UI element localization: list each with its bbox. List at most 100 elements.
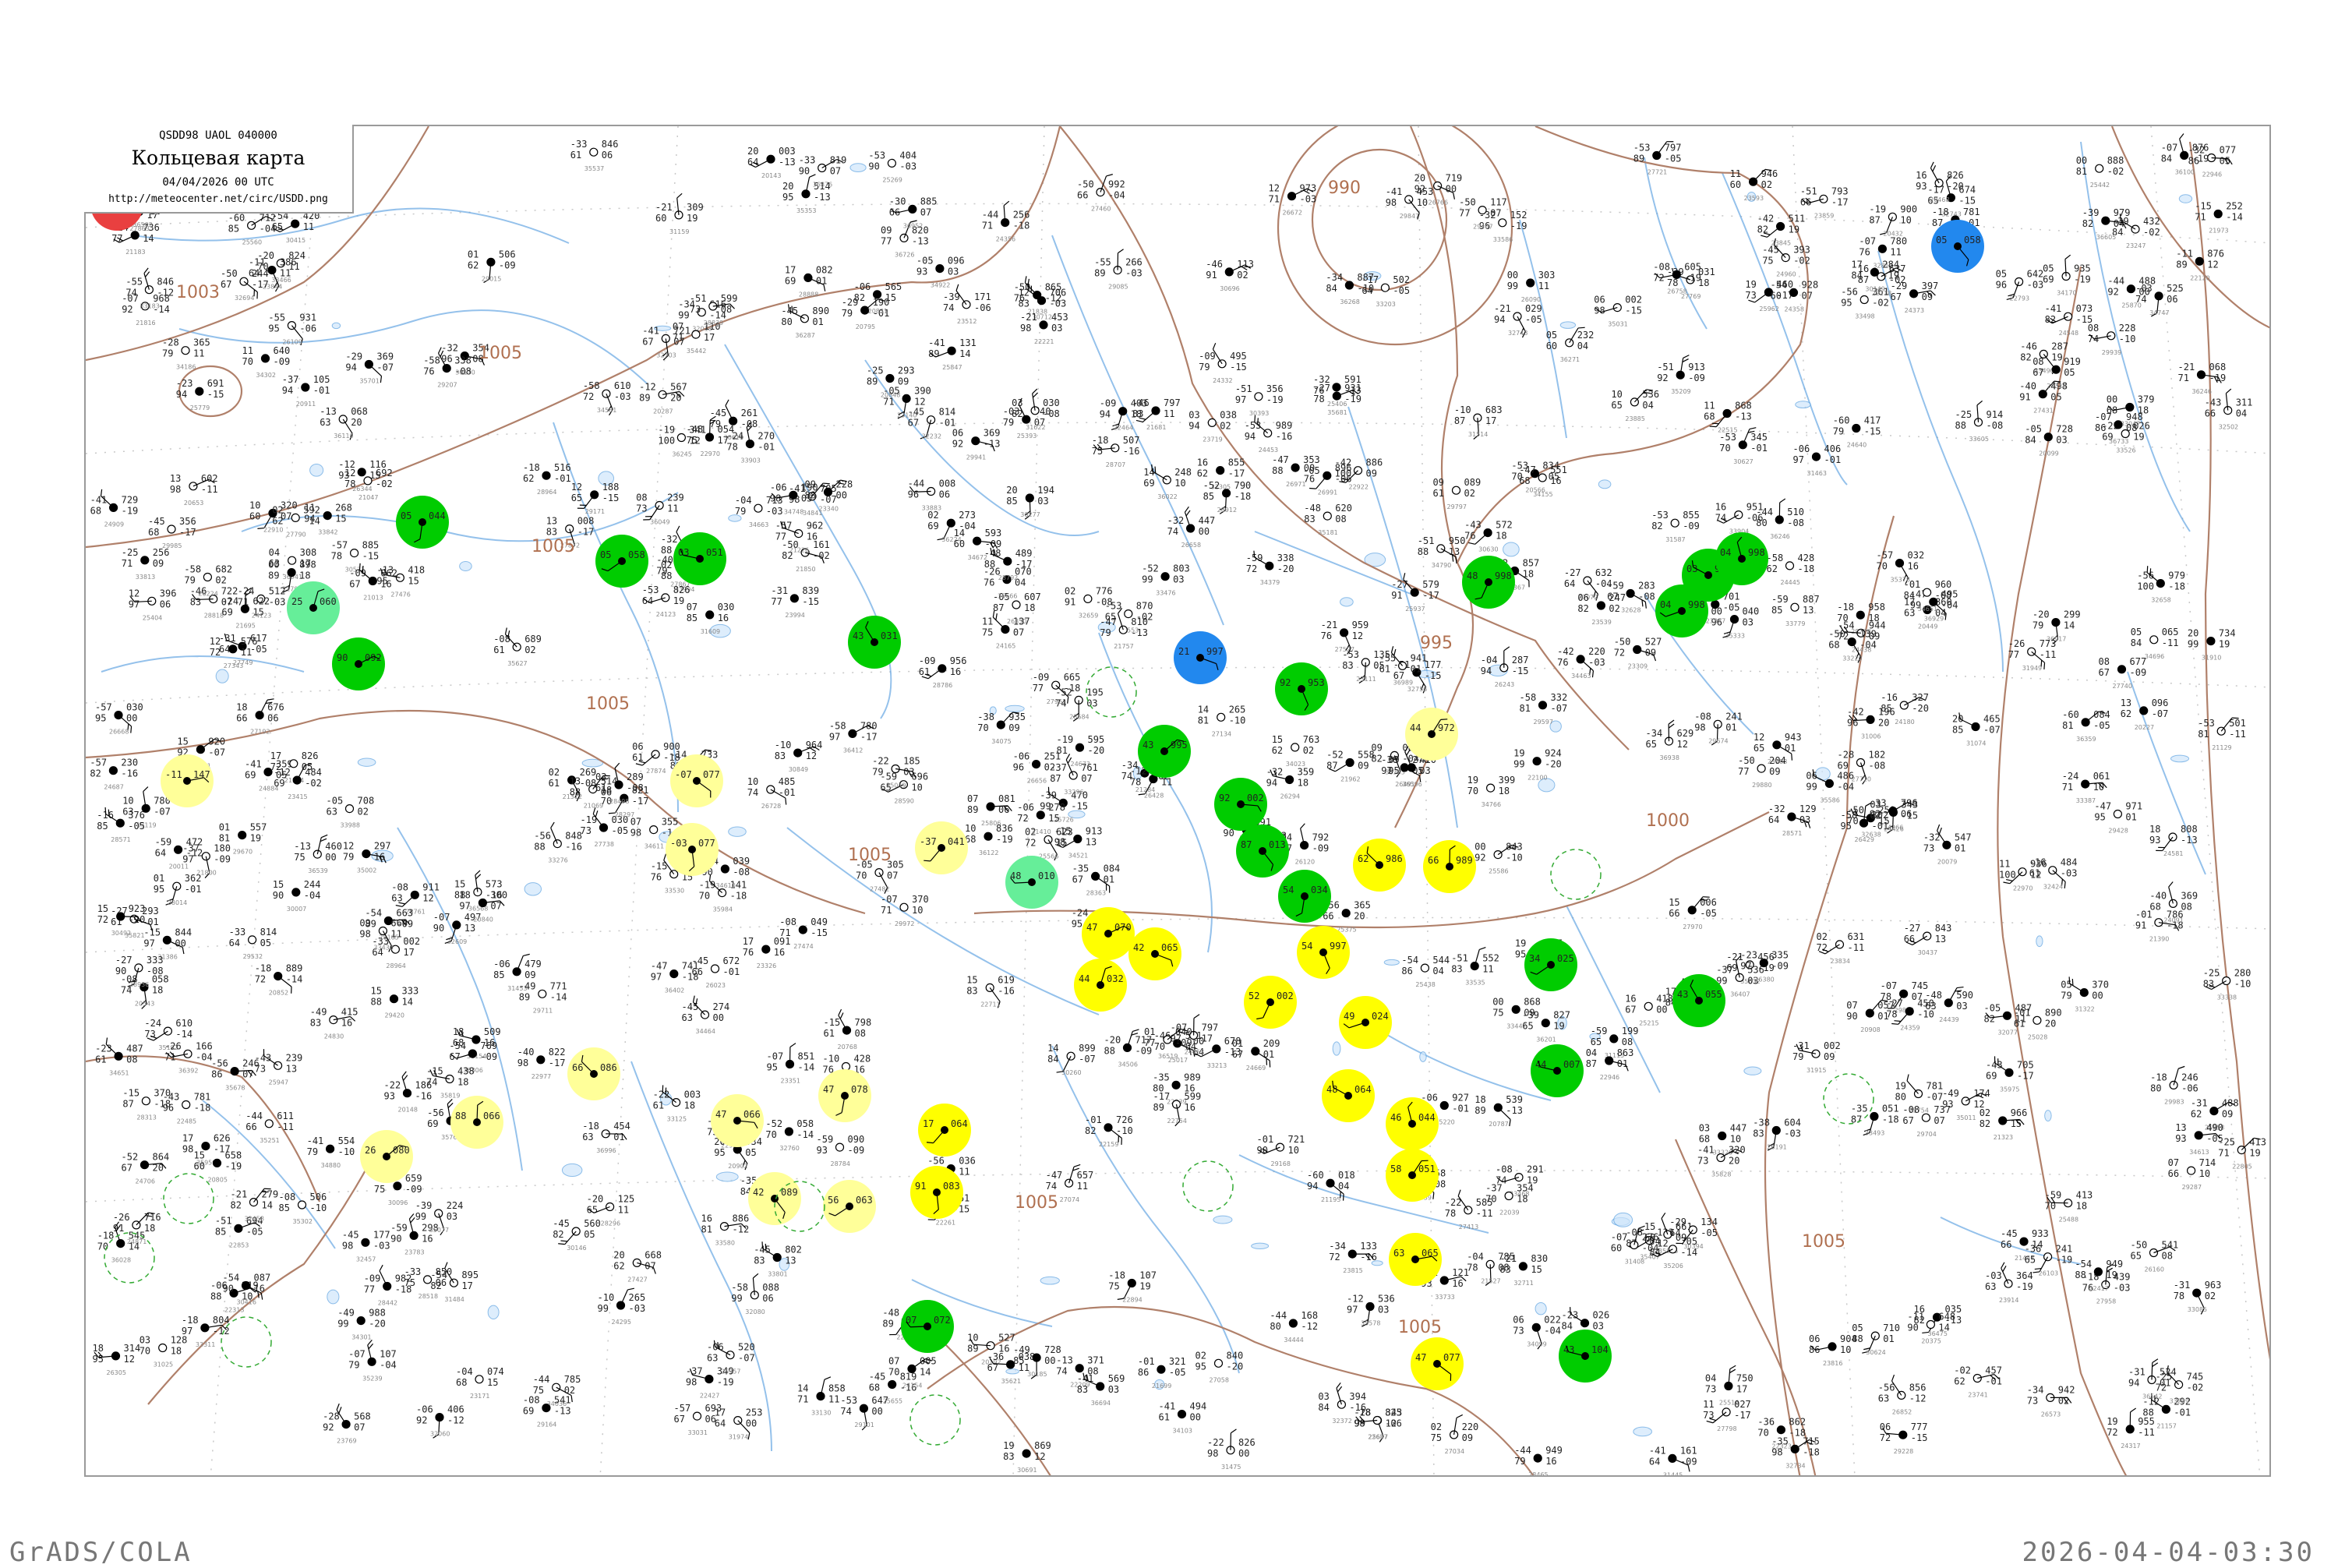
station-id: 27413 <box>1459 1224 1478 1231</box>
station-temperature: -41 <box>1649 1445 1666 1456</box>
cloud-cover-icon <box>1453 486 1460 494</box>
station-pressure: 949 <box>1545 1445 1563 1456</box>
station-plot: -5872610-0334561 <box>583 380 631 415</box>
highlighted-station: 05044 <box>396 496 449 549</box>
station-temperature: 15 <box>177 736 188 747</box>
station-temperature: -04 <box>735 495 752 506</box>
station-pressure: 721 <box>673 325 690 336</box>
station-pressure: 002 <box>403 936 420 947</box>
station-pressure: 188 <box>602 482 620 493</box>
cloud-cover-icon <box>1888 213 1896 221</box>
cloud-cover-icon <box>1172 1081 1180 1089</box>
station-plot: 1481265-1027134 <box>1198 704 1246 737</box>
station-temperature: -28 <box>323 1411 340 1422</box>
station-pressure: 370 <box>154 1088 171 1099</box>
station-id: 24673 <box>1071 761 1090 768</box>
station-temperature: -42 <box>1557 646 1574 657</box>
station-pressure: 913 <box>1688 362 1705 373</box>
station-temperature: 17 <box>785 264 796 275</box>
station-pressure: 027 <box>1734 1399 1751 1410</box>
station-tendency: 17 <box>403 947 414 958</box>
station-humidity: 66 <box>2001 1239 2011 1250</box>
station-plot: -51835521133535 <box>1451 946 1499 987</box>
cloud-cover-icon <box>874 291 881 298</box>
station-code: 48 <box>1467 570 1478 581</box>
station-tendency: -06 <box>974 302 991 313</box>
station-id: 28818 <box>204 613 224 620</box>
station-humidity: 99 <box>337 1319 348 1330</box>
station-id: 27034 <box>1445 1448 1464 1455</box>
station-temperature: 14 <box>1047 1043 1058 1054</box>
station-id: 23340 <box>819 505 839 512</box>
lake <box>1040 1277 1059 1284</box>
station-pressure: 299 <box>2064 609 2081 620</box>
station-plot: 0874228-1029939 <box>2088 323 2136 356</box>
station-pressure: 129 <box>1799 803 1817 814</box>
highlighted-station: 04998 <box>1715 532 1768 585</box>
station-id: 27192 <box>250 729 270 736</box>
highlighted-station: 17064 <box>918 1104 971 1157</box>
station-humidity: 87 <box>1586 1058 1597 1069</box>
station-pressure: 626 <box>214 1133 231 1144</box>
station-temperature: -18 <box>182 1315 199 1326</box>
station-id: 31463 <box>1807 470 1827 477</box>
station-code: 49 <box>1344 1011 1354 1022</box>
station-tendency: -17 <box>252 279 269 290</box>
station-id: 26294 <box>1280 793 1300 800</box>
station-temperature: -08 <box>1653 261 1670 272</box>
lake <box>1006 1369 1019 1374</box>
station-humidity: 70 <box>856 871 867 881</box>
station-id: 36028 <box>111 1257 131 1264</box>
station-humidity: 72 <box>1025 837 1036 848</box>
cloud-cover-icon <box>1040 321 1047 329</box>
station-tendency: 09 <box>153 558 164 569</box>
station-plot: -50725270923309 <box>1614 637 1662 670</box>
station-temperature: 07 <box>888 1355 899 1366</box>
station-plot: -10876831731514 <box>1454 404 1503 439</box>
station-tendency: -12 <box>1909 1393 1927 1404</box>
station-humidity: 98 <box>1694 722 1705 733</box>
station-code: 52 <box>1248 991 1259 1001</box>
station-temperature: -05 <box>1984 1002 2001 1013</box>
station-temperature: -37 <box>182 843 200 854</box>
station-plot: -32735470120079 <box>1923 825 1972 865</box>
station-tendency: -05 <box>1393 285 1410 296</box>
station-temperature: 20 <box>613 1249 624 1260</box>
station-tendency: 11 <box>1890 246 1901 257</box>
station-id: 26658 <box>1181 542 1201 549</box>
station-tendency: -11 <box>1848 942 1865 953</box>
station-temperature: 04 <box>269 547 280 558</box>
station-id: 24373 <box>1905 307 1924 314</box>
station-plot: 11609460223593 <box>1730 167 1778 202</box>
station-tendency: -17 <box>549 1058 566 1068</box>
station-pressure: 224 <box>447 1200 464 1211</box>
station-temperature: -58 <box>829 720 846 731</box>
station-humidity: 76 <box>1859 246 1870 257</box>
station-tendency: -16 <box>1349 1402 1366 1413</box>
station-temperature: -27 <box>1904 923 1921 934</box>
highlighted-station: -03077 <box>666 823 719 876</box>
cloud-cover-icon <box>785 1128 793 1135</box>
station-temperature: -23 <box>176 378 193 389</box>
station-id: 20831 <box>868 308 888 315</box>
station-tendency: 03 <box>447 1211 457 1222</box>
station-pressure: 081 <box>998 793 1015 804</box>
station-tendency: -18 <box>730 891 747 902</box>
station-pressure: 465 <box>1983 714 2001 725</box>
cloud-cover-icon <box>1022 1450 1030 1457</box>
station-code: -37 <box>920 836 937 847</box>
station-humidity: 90 <box>799 166 810 177</box>
station-humidity: 96 <box>441 354 452 365</box>
highlighted-station: 66086 <box>567 1047 620 1100</box>
station-marker-ring <box>910 1395 960 1445</box>
station-temperature: -54 <box>1771 279 1788 290</box>
station-humidity: 98 <box>1354 1418 1365 1429</box>
cloud-cover-icon <box>1097 189 1104 196</box>
station-pressure: 928 <box>1802 279 1819 290</box>
cloud-cover-icon <box>1037 811 1044 819</box>
cloud-cover-icon <box>1943 841 1951 849</box>
station-temperature: 14 <box>797 1383 808 1394</box>
station-temperature: 01 <box>1144 1026 1155 1037</box>
station-temperature: -41 <box>928 337 945 348</box>
station-humidity: 63 <box>707 1353 718 1364</box>
